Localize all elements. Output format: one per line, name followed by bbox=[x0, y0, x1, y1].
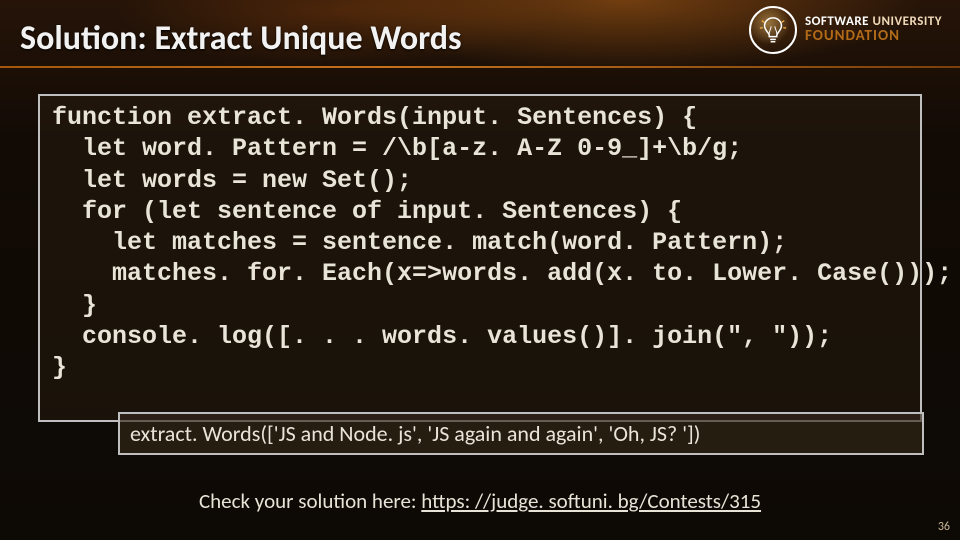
footer: Check your solution here: https: //judge… bbox=[0, 488, 960, 514]
code-block-main: function extract. Words(input. Sentences… bbox=[38, 94, 922, 422]
logo-line3: FOUNDATION bbox=[805, 29, 942, 45]
lightbulb-icon bbox=[749, 6, 797, 54]
page-number: 36 bbox=[938, 520, 950, 534]
title-underline bbox=[0, 66, 960, 68]
footer-link[interactable]: https: //judge. softuni. bg/Contests/315 bbox=[421, 488, 761, 514]
logo-text: SOFTWARE UNIVERSITY FOUNDATION bbox=[805, 15, 942, 44]
logo: SOFTWARE UNIVERSITY FOUNDATION bbox=[749, 6, 942, 54]
code-block-call: extract. Words(['JS and Node. js', 'JS a… bbox=[118, 412, 924, 455]
page-title: Solution: Extract Unique Words bbox=[20, 18, 462, 59]
slide: Solution: Extract Unique Words SOFTWARE … bbox=[0, 0, 960, 540]
footer-prefix: Check your solution here: bbox=[199, 488, 421, 514]
code-text: function extract. Words(input. Sentences… bbox=[52, 102, 908, 383]
call-text: extract. Words(['JS and Node. js', 'JS a… bbox=[130, 420, 912, 447]
